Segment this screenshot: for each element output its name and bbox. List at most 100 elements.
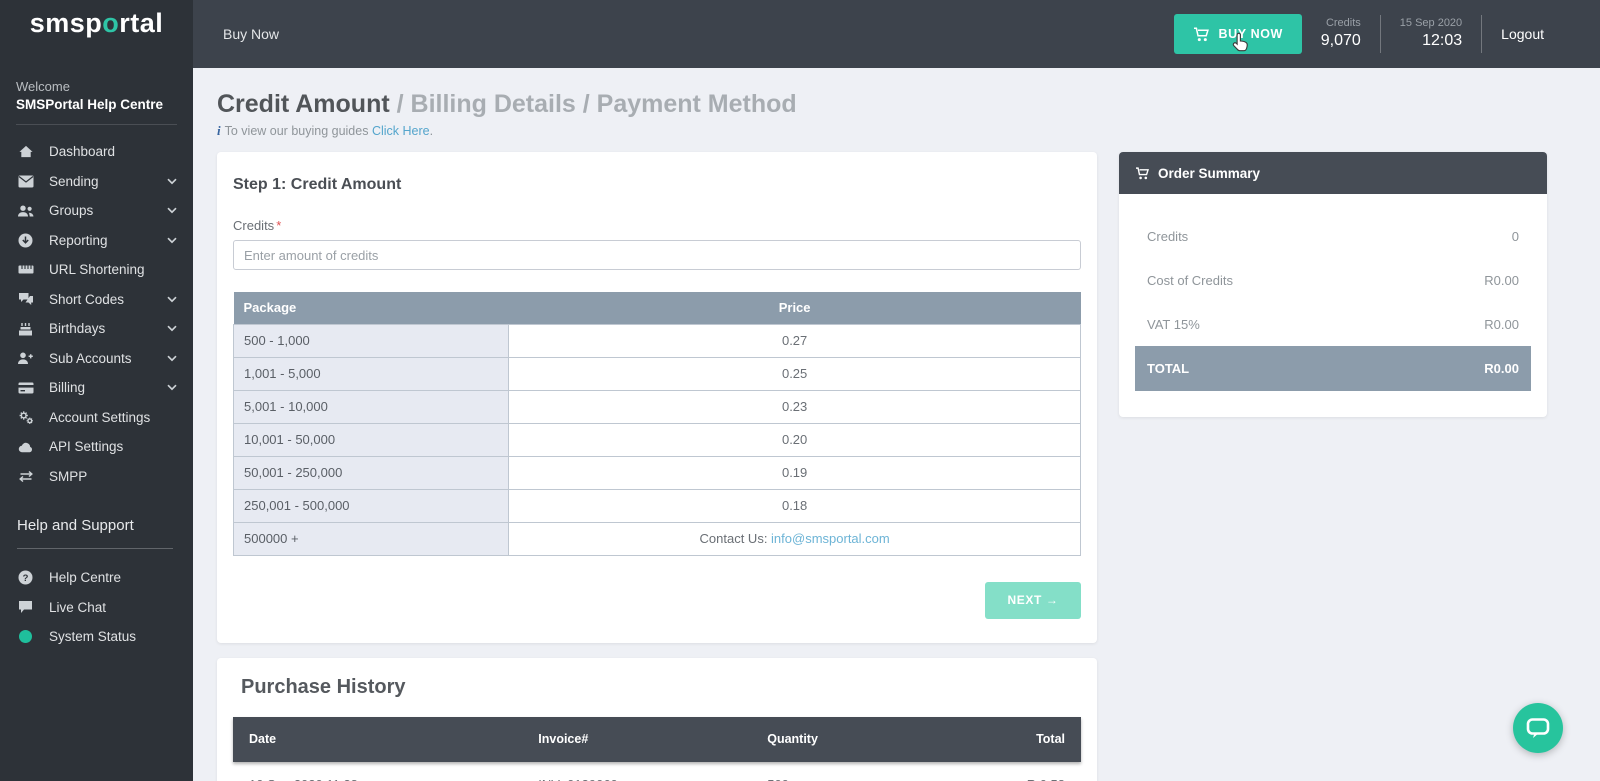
total-column-header: Total	[1036, 732, 1065, 746]
sidebar-item-label: Short Codes	[49, 291, 125, 307]
chevron-down-icon	[167, 355, 177, 362]
package-cell: 5,001 - 10,000	[232, 389, 510, 424]
summary-label: Credits	[1147, 228, 1189, 244]
sidebar-item-label: Birthdays	[49, 321, 106, 337]
purchase-history-row: 10 Sep 2020 11:38 INV_0139060 500 R 0.58	[233, 762, 1081, 781]
chevron-down-icon	[167, 325, 177, 332]
package-cell: 500000 +	[232, 521, 510, 556]
credits-input[interactable]	[233, 240, 1081, 270]
package-column-header: Package	[233, 292, 509, 324]
home-icon	[17, 144, 34, 160]
sidebar-item-account-settings[interactable]: Account Settings	[0, 403, 193, 433]
topbar-divider	[1379, 15, 1381, 53]
logout-button[interactable]: Logout	[1501, 26, 1544, 42]
credits-display: Credits 9,070	[1321, 17, 1361, 51]
envelope-icon	[17, 173, 34, 189]
date-column-header: Date	[249, 732, 277, 746]
guide-suffix: .	[429, 124, 434, 138]
package-cell: 1,001 - 5,000	[232, 356, 510, 391]
purchase-date: 10 Sep 2020 11:38	[233, 777, 538, 781]
package-cell: 50,001 - 250,000	[232, 455, 510, 490]
summary-value: R0.00	[1484, 272, 1519, 288]
sidebar-item-url-shortening[interactable]: URL Shortening	[0, 255, 193, 285]
user-plus-icon	[17, 350, 34, 366]
order-summary-header: Order Summary	[1119, 152, 1547, 194]
chevron-down-icon	[167, 178, 177, 185]
account-name: SMSPortal Help Centre	[16, 97, 164, 112]
next-label: NEXT	[1007, 593, 1042, 607]
sidebar-item-system-status[interactable]: System Status	[0, 622, 193, 652]
sidebar-item-label: System Status	[49, 629, 137, 645]
buy-now-button[interactable]: BUY NOW	[1173, 14, 1302, 54]
datetime-display: 15 Sep 2020 12:03	[1400, 17, 1462, 51]
table-row: 250,001 - 500,000 0.18	[232, 488, 1081, 523]
chat-launcher-button[interactable]	[1513, 703, 1563, 753]
sidebar: smsportal Welcome SMSPortal Help Centre …	[0, 0, 193, 781]
sidebar-item-help-centre[interactable]: ? Help Centre	[0, 563, 193, 593]
sidebar-nav: Dashboard Sending Groups Reporting URL S…	[0, 137, 193, 491]
chevron-down-icon	[167, 384, 177, 391]
quantity-column-header: Quantity	[767, 732, 818, 746]
table-row: 10,001 - 50,000 0.20	[232, 422, 1081, 457]
sidebar-item-smpp[interactable]: SMPP	[0, 462, 193, 492]
help-support-header: Help and Support	[17, 517, 134, 534]
birthday-cake-icon	[17, 321, 34, 337]
sidebar-item-label: Sub Accounts	[49, 350, 132, 366]
gears-icon	[17, 409, 34, 425]
info-icon: i	[217, 123, 221, 138]
purchase-quantity: 500	[767, 777, 928, 781]
order-summary-card: Order Summary Credits 0 Cost of Credits …	[1119, 152, 1547, 417]
topbar: Buy Now BUY NOW Credits 9,070 15 Sep 202…	[193, 0, 1600, 68]
sidebar-item-sending[interactable]: Sending	[0, 167, 193, 197]
sidebar-item-api-settings[interactable]: API Settings	[0, 432, 193, 462]
smsportal-logo[interactable]: smsportal	[0, 0, 193, 39]
exchange-arrows-icon	[17, 468, 34, 484]
purchase-total: R 0.58	[928, 777, 1081, 781]
chevron-down-icon	[167, 296, 177, 303]
click-here-link[interactable]: Click Here	[372, 124, 430, 138]
cursor-pointer	[1232, 32, 1250, 52]
sidebar-item-billing[interactable]: Billing	[0, 373, 193, 403]
purchase-history-title: Purchase History	[241, 675, 406, 698]
cloud-icon	[17, 439, 34, 455]
summary-value: 0	[1511, 228, 1519, 244]
page-title: Credit Amount / Billing Details / Paymen…	[217, 90, 1600, 119]
sidebar-item-birthdays[interactable]: Birthdays	[0, 314, 193, 344]
app-window: smsportal Welcome SMSPortal Help Centre …	[0, 0, 1600, 781]
next-button[interactable]: NEXT →	[985, 581, 1081, 619]
contact-us-text: Contact Us:	[699, 531, 772, 546]
package-cell: 500 - 1,000	[232, 323, 510, 358]
step1-card: Step 1: Credit Amount Credits* Package P…	[217, 152, 1097, 643]
arrow-circle-down-icon	[17, 232, 34, 248]
credits-value: 9,070	[1320, 31, 1361, 49]
question-circle-icon: ?	[17, 570, 34, 586]
contact-email-link[interactable]: info@smsportal.com	[771, 531, 890, 546]
credit-card-icon	[17, 380, 34, 396]
price-cell: 0.19	[508, 455, 1081, 490]
sidebar-item-label: Dashboard	[49, 144, 116, 160]
total-value: R0.00	[1484, 361, 1519, 376]
cart-icon	[1193, 27, 1210, 42]
sidebar-item-short-codes[interactable]: Short Codes	[0, 285, 193, 315]
sidebar-item-sub-accounts[interactable]: Sub Accounts	[0, 344, 193, 374]
purchase-history-header: Date Invoice# Quantity Total	[233, 716, 1081, 762]
buying-guide-note: i To view our buying guides Click Here.	[217, 123, 1600, 139]
time-value: 12:03	[1422, 31, 1463, 49]
sidebar-item-reporting[interactable]: Reporting	[0, 226, 193, 256]
sidebar-item-live-chat[interactable]: Live Chat	[0, 593, 193, 623]
chevron-down-icon	[167, 237, 177, 244]
package-cell: 250,001 - 500,000	[232, 488, 510, 523]
sidebar-item-label: Sending	[49, 173, 99, 189]
sidebar-item-groups[interactable]: Groups	[0, 196, 193, 226]
sidebar-item-dashboard[interactable]: Dashboard	[0, 137, 193, 167]
users-icon	[17, 203, 34, 219]
summary-row-credits: Credits 0	[1135, 214, 1531, 258]
required-asterisk: *	[276, 218, 282, 233]
summary-label: VAT 15%	[1147, 316, 1200, 332]
sidebar-item-label: Account Settings	[49, 409, 151, 425]
chevron-down-icon	[167, 207, 177, 214]
summary-row-cost: Cost of Credits R0.00	[1135, 258, 1531, 302]
table-row: 1,001 - 5,000 0.25	[232, 356, 1081, 391]
package-cell: 10,001 - 50,000	[232, 422, 510, 457]
arrow-right-icon: →	[1045, 593, 1059, 607]
